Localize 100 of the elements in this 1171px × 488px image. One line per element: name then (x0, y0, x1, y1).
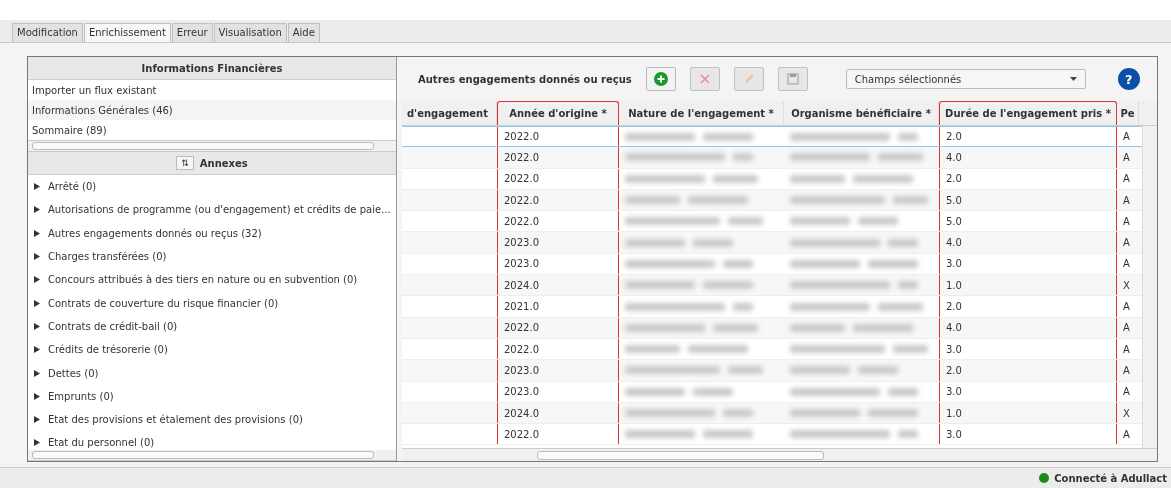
table-cell: 4.0 (939, 147, 1117, 168)
tree-item[interactable]: Etat du personnel (0) (28, 431, 396, 450)
close-icon (699, 74, 710, 84)
redacted-text-block (888, 387, 918, 396)
collapsed-arrow-icon[interactable] (34, 439, 40, 447)
table-cell-text: X (1122, 406, 1131, 421)
collapsed-arrow-icon[interactable] (34, 276, 40, 284)
collapsed-arrow-icon[interactable] (34, 392, 40, 400)
column-header[interactable]: Organisme bénéficiaire * (784, 101, 939, 125)
table-cell: 2.0 (939, 127, 1117, 147)
redacted-text-block (723, 409, 753, 417)
table-cell: 1.0 (939, 402, 1117, 424)
tree-item[interactable]: Autorisations de programme (ou d'engagement) et crédits de paie... (28, 198, 396, 222)
table-cell: 1.0 (939, 275, 1117, 296)
table-cell: 2022.0 (497, 147, 619, 168)
collapsed-arrow-icon[interactable] (34, 206, 40, 214)
table-cell: 2023.0 (497, 232, 619, 253)
column-header[interactable]: Pe (1117, 101, 1139, 125)
list-item[interactable]: Sommaire (89) (28, 120, 396, 140)
list-item[interactable]: Importer un flux existant (28, 80, 396, 100)
redacted-text-block (868, 259, 918, 268)
tree-item[interactable]: Contrats de crédit-bail (0) (28, 314, 396, 339)
collapsed-arrow-icon[interactable] (34, 322, 40, 330)
table-cell-text: A (1122, 214, 1131, 229)
table-title: Autres engagements donnés ou reçus (418, 73, 632, 85)
column-header[interactable]: d'engagement (402, 101, 497, 125)
tab[interactable]: Aide (287, 23, 320, 42)
table-cell: 4.0 (939, 317, 1117, 338)
redacted-text-block (688, 345, 748, 354)
redacted-text-block (625, 132, 695, 141)
table-cell: 2023.0 (497, 360, 619, 381)
tree-item[interactable]: Contrats de couverture du risque financier (0) (28, 291, 396, 315)
scrollbar-thumb[interactable] (537, 450, 824, 460)
redacted-text-block (853, 174, 913, 183)
redacted-text-block (858, 366, 898, 375)
collapsed-arrow-icon[interactable] (34, 253, 40, 261)
table-cell: 5.0 (939, 189, 1117, 211)
vertical-scrollbar[interactable] (1142, 126, 1157, 448)
collapsed-arrow-icon[interactable] (34, 229, 40, 237)
redacted-text-block (868, 409, 918, 417)
redacted-text-block (733, 153, 753, 162)
sort-button[interactable]: ⇅ (176, 156, 194, 170)
table-cell: 3.0 (939, 338, 1117, 360)
redacted-text-block (853, 323, 913, 332)
table-cell: 5.0 (939, 211, 1117, 232)
table-cell: 2023.0 (497, 381, 619, 402)
redacted-text-block (898, 281, 918, 290)
tree-item[interactable]: Etat des provisions et étalement des provisions (0) (28, 407, 396, 432)
table-cell: 2024.0 (497, 402, 619, 424)
redacted-text-block (858, 217, 898, 226)
scrollbar-thumb[interactable] (32, 142, 374, 150)
collapsed-arrow-icon[interactable] (34, 183, 40, 191)
column-header[interactable]: Année d'origine * (497, 101, 619, 125)
redacted-text-block (703, 281, 753, 290)
collapsed-arrow-icon[interactable] (34, 299, 40, 307)
tree-item[interactable]: Dettes (0) (28, 361, 396, 385)
tree-item[interactable]: Arrêté (0) (28, 175, 396, 199)
help-button[interactable]: ? (1117, 68, 1140, 90)
add-icon (653, 72, 668, 86)
tree-item[interactable]: Crédits de trésorerie (0) (28, 338, 396, 362)
redacted-text-block (898, 430, 918, 439)
redacted-text-block (898, 132, 918, 141)
table-cell: 2022.0 (497, 168, 619, 189)
tree-item[interactable]: Emprunts (0) (28, 384, 396, 408)
collapsed-arrow-icon[interactable] (34, 369, 40, 377)
table-cell-text: A (1122, 236, 1131, 251)
table-cell-text: X (1122, 278, 1131, 293)
tree-item[interactable]: Concours attribués à des tiers en nature ou en subvention (0) (28, 268, 396, 292)
table-cell-text: A (1122, 342, 1131, 357)
add-button[interactable] (645, 67, 676, 91)
redacted-text-block (703, 132, 753, 141)
redacted-text-block (790, 323, 845, 332)
tab[interactable]: Visualisation (213, 23, 287, 42)
redacted-text-block (893, 345, 928, 354)
redacted-text-block (713, 174, 758, 183)
list-item[interactable]: Informations Générales (46) (28, 100, 396, 120)
table-cell: 2021.0 (497, 296, 619, 317)
collapsed-arrow-icon[interactable] (34, 346, 40, 354)
scrollbar-thumb[interactable] (32, 451, 374, 459)
fields-dropdown[interactable]: Champs sélectionnés (845, 69, 1086, 89)
table-cell-text: A (1122, 257, 1131, 272)
collapsed-arrow-icon[interactable] (34, 416, 40, 424)
tree-item[interactable]: Charges transférées (0) (28, 244, 396, 269)
redacted-text-block (625, 430, 695, 439)
table-cell: 2.0 (939, 296, 1117, 317)
column-header[interactable]: Nature de l'engagement * (619, 101, 784, 125)
table-cell: 2022.0 (497, 211, 619, 232)
redacted-text-block (688, 196, 748, 205)
redacted-text-block (625, 196, 680, 205)
redacted-text-block (790, 409, 860, 417)
tab[interactable]: Erreur (171, 23, 213, 42)
redacted-text-block (878, 302, 923, 311)
tab[interactable]: Modification (12, 23, 83, 42)
table-cell: 3.0 (939, 424, 1117, 445)
section-header: Annexes (199, 157, 248, 169)
dropdown-caret-icon (1069, 77, 1077, 81)
column-header[interactable]: Durée de l'engagement pris * (939, 101, 1117, 125)
tree-item[interactable]: Autres engagements donnés ou reçus (32) (28, 221, 396, 245)
tab[interactable]: Enrichissement (83, 23, 171, 42)
redacted-text-block (693, 238, 733, 247)
